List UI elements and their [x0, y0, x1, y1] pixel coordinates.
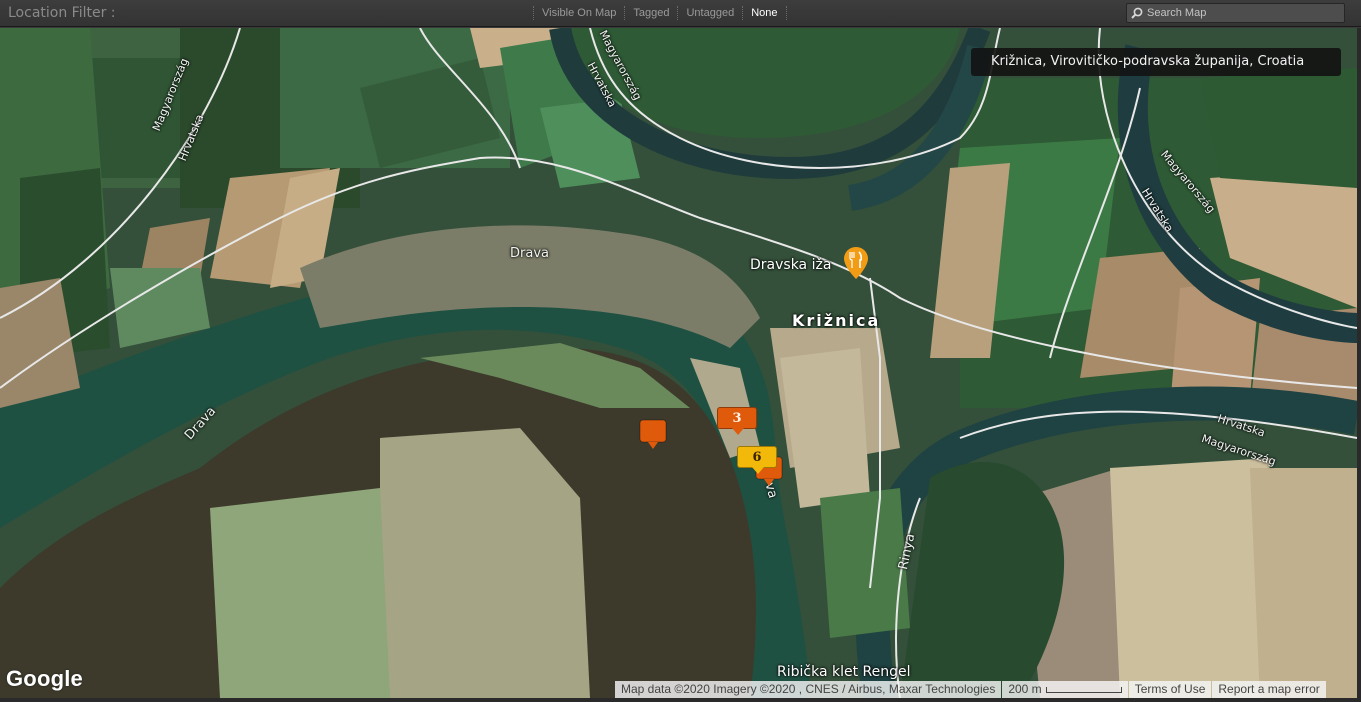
place-label-ribicka-klet: Ribička klet Rengel — [777, 664, 911, 680]
location-chip: Križnica, Virovitičko-podravska županija… — [971, 48, 1341, 76]
search-map-input[interactable] — [1147, 7, 1337, 19]
search-map-box[interactable] — [1126, 3, 1345, 23]
filter-none[interactable]: None — [742, 6, 785, 20]
magnifier-icon — [1131, 7, 1143, 19]
terms-of-use-link[interactable]: Terms of Use — [1128, 681, 1212, 698]
river-label-drava-upper: Drava — [510, 246, 549, 261]
satellite-imagery — [0, 28, 1357, 698]
panel-edge-bottom — [0, 698, 1361, 702]
panel-edge-right — [1357, 28, 1361, 702]
filter-visible-on-map[interactable]: Visible On Map — [533, 6, 624, 20]
scale-indicator[interactable]: 200 m — [1002, 681, 1128, 698]
filter-title: Location Filter : — [8, 5, 116, 21]
fork-knife-icon[interactable] — [844, 247, 868, 279]
scale-label: 200 m — [1008, 682, 1042, 696]
filter-separator — [785, 6, 787, 20]
map-attribution: Map data ©2020 Imagery ©2020 , CNES / Ai… — [615, 681, 1357, 698]
filter-untagged[interactable]: Untagged — [677, 6, 742, 20]
attribution-text: Map data ©2020 Imagery ©2020 , CNES / Ai… — [615, 681, 1002, 698]
report-map-error-link[interactable]: Report a map error — [1212, 681, 1326, 698]
scale-bar — [1045, 686, 1122, 693]
google-logo: Google — [6, 666, 83, 691]
photo-marker-single[interactable] — [639, 419, 667, 451]
photo-cluster-6[interactable]: 6 — [737, 446, 777, 474]
filter-tagged[interactable]: Tagged — [624, 6, 677, 20]
filter-options: Visible On Map Tagged Untagged None — [533, 6, 787, 20]
restaurant-label: Dravska iža — [750, 257, 832, 273]
town-label-kriznica: Križnica — [792, 311, 881, 330]
photo-cluster-3[interactable]: 3 — [717, 407, 757, 435]
satellite-map[interactable]: Magyarország Hrvatska Magyarország Hrvat… — [0, 28, 1357, 698]
location-filter-bar: Location Filter : Visible On Map Tagged … — [0, 0, 1361, 27]
